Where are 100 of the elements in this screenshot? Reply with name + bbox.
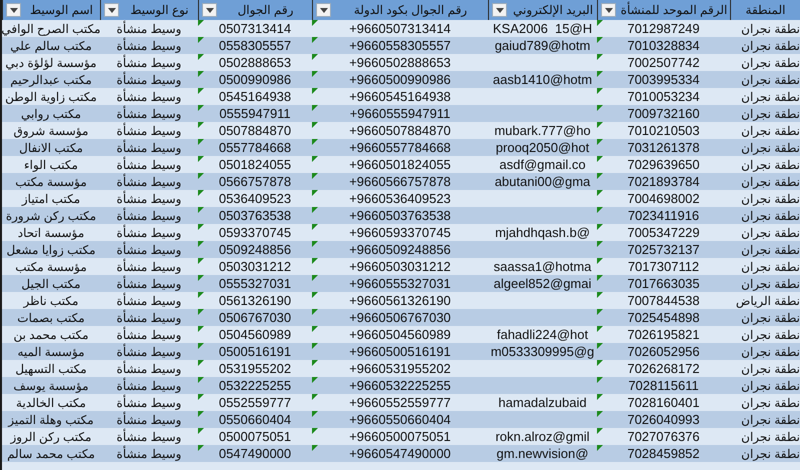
table-cell: 0500516191 xyxy=(198,343,312,360)
table-cell: مكتب سالم علي xyxy=(2,37,100,54)
table-cell: gm.newvision@ xyxy=(488,445,597,462)
caret-icon xyxy=(10,8,18,12)
caret-icon xyxy=(320,8,328,12)
table-cell: +9660532225255 xyxy=(312,377,488,394)
table-cell: +9660555327031 xyxy=(312,275,488,292)
table-cell: وسيط منشأة xyxy=(100,173,198,190)
table-cell: prooq2050@hot xyxy=(488,139,597,156)
column-header-label: البريد الإلكتروني xyxy=(512,3,594,17)
table-cell: algeel852@gmai xyxy=(488,275,597,292)
table-cell: 0557784668 xyxy=(198,139,312,156)
filter-dropdown-button[interactable] xyxy=(202,3,217,17)
table-cell: وسيط منشأة xyxy=(100,105,198,122)
table-cell: 7028459852 xyxy=(597,445,730,462)
table-cell: 0532225255 xyxy=(198,377,312,394)
table-cell: 0566757878 xyxy=(198,173,312,190)
table-cell: 7017663035 xyxy=(597,275,730,292)
table-cell: 0547490000 xyxy=(198,445,312,462)
table-cell: +9660506767030 xyxy=(312,309,488,326)
column-header-label: رقم الجوال xyxy=(238,3,294,17)
table-cell: abutani00@gma xyxy=(488,173,597,190)
filter-dropdown-button[interactable] xyxy=(104,3,119,17)
table-cell: +9660550660404 xyxy=(312,411,488,428)
table-cell: نطقة نجران xyxy=(730,71,800,88)
table-cell: مكتب عبدالرحيم xyxy=(2,71,100,88)
table-cell: 7021893784 xyxy=(597,173,730,190)
table-cell: 0509248856 xyxy=(198,241,312,258)
column-header-label: المنطقة xyxy=(746,3,786,17)
table-cell: gaiud789@hotm xyxy=(488,37,597,54)
table-cell: +9660547490000 xyxy=(312,445,488,462)
table-cell: +9660500990986 xyxy=(312,71,488,88)
filter-dropdown-button[interactable] xyxy=(316,3,331,17)
table-cell: مكتب زوايا مشعل xyxy=(2,241,100,258)
table-cell: مؤسسة الميه xyxy=(2,343,100,360)
table-cell: 0506767030 xyxy=(198,309,312,326)
table-cell: وسيط منشأة xyxy=(100,139,198,156)
table-cell: وسيط منشأة xyxy=(100,445,198,462)
table-cell: +9660566757878 xyxy=(312,173,488,190)
table-cell: وسيط منشأة xyxy=(100,343,198,360)
table-cell: +9660500516191 xyxy=(312,343,488,360)
table-cell: نطقة نجران xyxy=(730,309,800,326)
table-cell: 7028115611 xyxy=(597,377,730,394)
table-cell: نطقة نجران xyxy=(730,173,800,190)
table-cell: 7009732160 xyxy=(597,105,730,122)
table-cell: 0558305557 xyxy=(198,37,312,54)
table-cell: 7026052956 xyxy=(597,343,730,360)
caret-icon xyxy=(206,8,214,12)
table-cell: وسيط منشأة xyxy=(100,411,198,428)
table-cell: 7010328834 xyxy=(597,37,730,54)
filter-dropdown-button[interactable] xyxy=(492,3,507,17)
filter-dropdown-button[interactable] xyxy=(601,3,616,17)
table-cell: +9660557784668 xyxy=(312,139,488,156)
table-cell: مكتب روابي xyxy=(2,105,100,122)
table-cell: نطقة نجران xyxy=(730,343,800,360)
column-header-label: اسم الوسيط xyxy=(30,3,94,17)
column-header-label: نوع الوسيط xyxy=(130,3,190,17)
table-cell: 7003995334 xyxy=(597,71,730,88)
filter-dropdown-button[interactable] xyxy=(6,3,21,17)
column-header-label: رقم الجوال بكود الدولة xyxy=(354,3,468,17)
table-cell: 0550660404 xyxy=(198,411,312,428)
table-cell: 7026040993 xyxy=(597,411,730,428)
table-cell: 7023411916 xyxy=(597,207,730,224)
table-cell: 7031261378 xyxy=(597,139,730,156)
table-cell: مكتب الانفال xyxy=(2,139,100,156)
table-cell: مؤسسة مكتب xyxy=(2,173,100,190)
table-cell: وسيط منشأة xyxy=(100,37,198,54)
table-cell: +9660558305557 xyxy=(312,37,488,54)
table-cell: مكتب محمد سالم xyxy=(2,445,100,462)
table-cell: نطقة نجران xyxy=(730,377,800,394)
table-cell: aasb1410@hotm xyxy=(488,71,597,88)
table-cell: وسيط منشأة xyxy=(100,207,198,224)
table-cell: 0555327031 xyxy=(198,275,312,292)
table-cell: 0500990986 xyxy=(198,71,312,88)
table-cell: نطقة نجران xyxy=(730,241,800,258)
table-cell: مكتب بصمات xyxy=(2,309,100,326)
column-header-label: الرقم الموحد للمنشأة xyxy=(620,3,728,17)
table-cell: مكتب ركن شرورة xyxy=(2,207,100,224)
table-cell: 0555947911 xyxy=(198,105,312,122)
table-cell: وسيط منشأة xyxy=(100,275,198,292)
table-cell: 7025454898 xyxy=(597,309,730,326)
table-cell: نطقة نجران xyxy=(730,207,800,224)
table-cell: نطقة نجران xyxy=(730,275,800,292)
table-cell: وسيط منشأة xyxy=(100,377,198,394)
table-cell: +9660503763538 xyxy=(312,207,488,224)
table-cell: +9660509248856 xyxy=(312,241,488,258)
table-cell: نطقة نجران xyxy=(730,445,800,462)
table-cell: وسيط منشأة xyxy=(100,309,198,326)
table-cell: نطقة نجران xyxy=(730,105,800,122)
table-cell: وسيط منشأة xyxy=(100,241,198,258)
table-cell: نطقة نجران xyxy=(730,411,800,428)
caret-icon xyxy=(496,8,504,12)
caret-icon xyxy=(604,8,612,12)
table-cell: مكتب وهلة التميز xyxy=(2,411,100,428)
table-cell: +9660555947911 xyxy=(312,105,488,122)
caret-icon xyxy=(108,8,116,12)
table-cell: نطقة نجران xyxy=(730,37,800,54)
table-cell: مكتب الجيل xyxy=(2,275,100,292)
table-cell: نطقة نجران xyxy=(730,139,800,156)
table-cell: وسيط منشأة xyxy=(100,71,198,88)
